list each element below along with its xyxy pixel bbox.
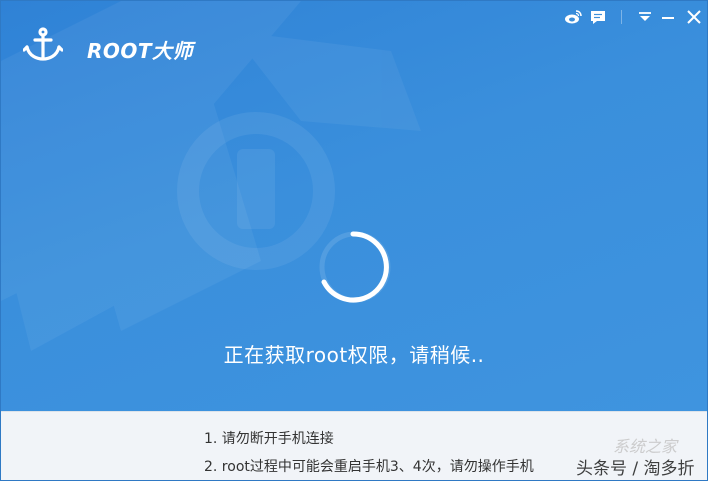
minimize-icon[interactable] bbox=[659, 9, 677, 25]
anchor-icon bbox=[23, 27, 63, 61]
app-window: ROOT大师 正在获取root权限，请稍候.. 1. 请勿断开手机连接 2. r… bbox=[0, 0, 708, 481]
watermark-source: 头条号 / 淘多折 bbox=[576, 459, 695, 479]
tip-item: 2. root过程中可能会重启手机3、4次，请勿操作手机 bbox=[204, 459, 534, 475]
status-message: 正在获取root权限，请稍候.. bbox=[223, 343, 485, 367]
titlebar-separator bbox=[621, 10, 622, 24]
app-title: ROOT大师 bbox=[87, 39, 194, 63]
loading-spinner bbox=[319, 231, 391, 303]
menu-icon[interactable] bbox=[636, 9, 654, 25]
weibo-icon[interactable] bbox=[564, 9, 582, 25]
close-icon[interactable] bbox=[685, 9, 703, 25]
feedback-icon[interactable] bbox=[589, 9, 607, 25]
main-panel: ROOT大师 正在获取root权限，请稍候.. bbox=[1, 1, 707, 411]
tip-item: 1. 请勿断开手机连接 bbox=[204, 431, 334, 447]
